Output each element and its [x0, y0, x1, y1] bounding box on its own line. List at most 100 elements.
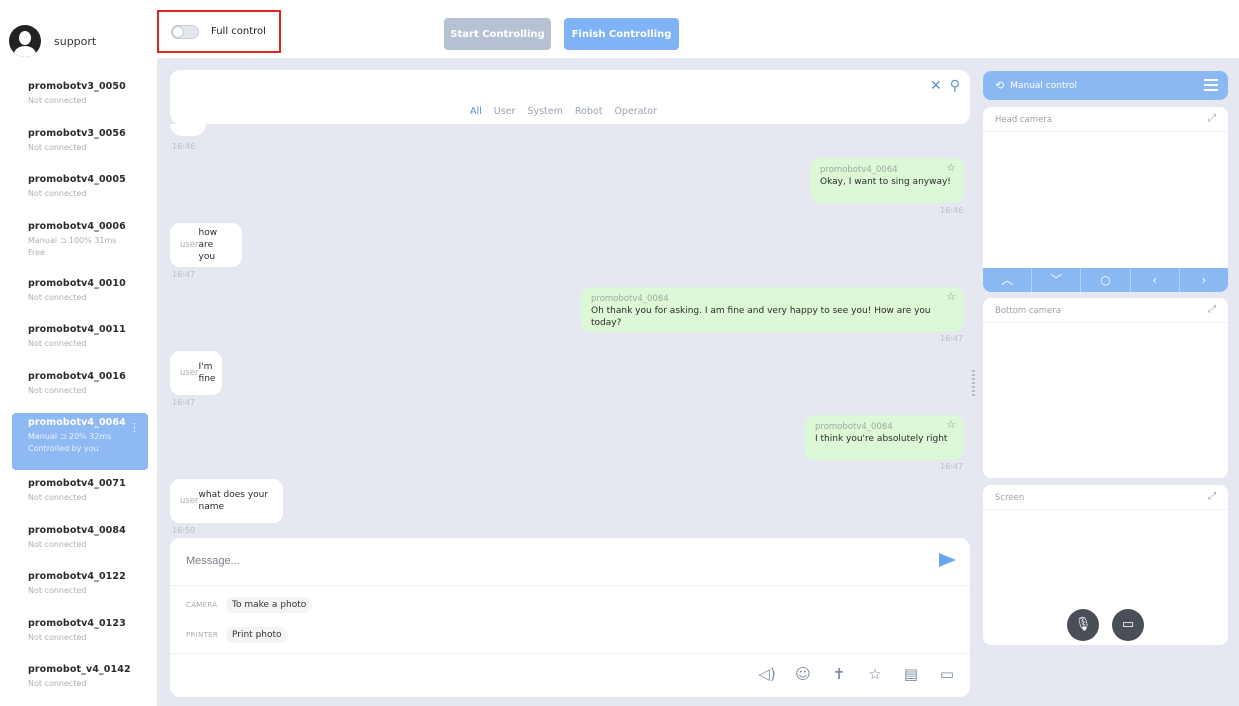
robot-name: promobotv4_0005 [28, 174, 126, 185]
person-icon[interactable]: ✝ [830, 665, 848, 683]
robot-item[interactable]: promobotv4_0122 Not connected [12, 567, 148, 614]
robot-item[interactable]: promobot_v4_0142 Not connected [12, 660, 148, 706]
speaker-icon[interactable]: ◁) [758, 665, 776, 683]
robot-item[interactable]: promobotv4_0005 Not connected [12, 170, 148, 217]
panel-title: Screen [995, 493, 1025, 503]
robot-item[interactable]: promobotv4_0016 Not connected [12, 367, 148, 414]
search-icon[interactable]: ⚲ [950, 78, 960, 94]
quick-action-label: PRINTER [186, 631, 219, 639]
quick-action-chip[interactable]: To make a photo [226, 597, 313, 613]
more-options-icon[interactable]: ⋮ [129, 421, 140, 434]
message-text: how are you [198, 228, 218, 262]
filter-tab-robot[interactable]: Robot [575, 106, 603, 117]
message-sender: user [180, 240, 199, 250]
robot-item[interactable]: promobotv4_0084 Not connected [12, 521, 148, 568]
quick-action-camera: CAMERA To make a photo [186, 597, 313, 613]
user-message[interactable]: user I'm fine [170, 351, 222, 395]
message-time: 16:50 [172, 526, 196, 535]
divider [983, 322, 1228, 323]
divider [170, 653, 970, 654]
message-time: 16:47 [940, 462, 964, 471]
chevron-down-icon[interactable]: ﹀ [1032, 268, 1082, 292]
expand-icon[interactable]: ⤢ [1208, 113, 1216, 124]
printer-icon[interactable]: ▤ [902, 665, 920, 683]
message-sender: promobotv4_0064 [820, 165, 898, 175]
divider [170, 585, 970, 586]
bottom-camera-panel: Bottom camera ⤢ [983, 298, 1228, 478]
robot-item[interactable]: promobotv4_0071 Not connected [12, 474, 148, 521]
monitor-icon[interactable]: ▭ [938, 665, 956, 683]
filter-tab-all[interactable]: All [470, 106, 482, 117]
user-message[interactable]: user how are you [170, 223, 242, 267]
chat-history[interactable]: 16:46 promobotv4_0064 Okay, I want to si… [170, 124, 970, 536]
finish-controlling-button[interactable]: Finish Controlling [564, 18, 679, 50]
robot-name: promobotv4_0122 [28, 571, 126, 582]
chevron-right-icon[interactable]: › [1180, 268, 1228, 292]
star-icon[interactable]: ☆ [946, 291, 956, 303]
resize-handle[interactable] [972, 370, 975, 398]
message-sender: user [180, 368, 199, 378]
user-message[interactable]: user what does your name [170, 479, 283, 523]
close-icon[interactable]: ✕ [930, 78, 942, 94]
expand-icon[interactable]: ⤢ [1208, 491, 1216, 502]
message-text: Oh thank you for asking. I am fine and v… [591, 306, 931, 328]
message-time: 16:46 [940, 206, 964, 215]
robot-item[interactable]: promobotv3_0050 Not connected [12, 77, 148, 124]
chevron-left-icon[interactable]: ‹ [1131, 268, 1180, 292]
robot-name: promobotv4_0006 [28, 220, 126, 232]
robot-item[interactable]: promobotv3_0056 Not connected [12, 124, 148, 171]
send-icon[interactable] [939, 553, 956, 567]
panel-title: Bottom camera [995, 306, 1061, 316]
star-icon[interactable]: ☆ [946, 419, 956, 431]
quick-action-chip[interactable]: Print photo [226, 627, 288, 643]
star-icon[interactable]: ☆ [866, 665, 884, 683]
center-icon[interactable]: ○ [1081, 268, 1131, 292]
robot-name: promobotv4_0084 [28, 524, 126, 536]
robot-substatus: Controlled by you [28, 444, 99, 453]
robot-name: promobotv4_0123 [28, 617, 126, 629]
user-name: support [54, 34, 97, 48]
expand-icon[interactable]: ⤢ [1208, 304, 1216, 315]
quick-action-printer: PRINTER Print photo [186, 627, 288, 643]
filter-tab-system[interactable]: System [527, 106, 562, 117]
emoji-icon[interactable]: ☺ [794, 665, 812, 683]
robot-name: promobotv4_0016 [28, 370, 126, 382]
filter-tab-user[interactable]: User [494, 106, 516, 117]
robot-message[interactable]: promobotv4_0064 Oh thank you for asking.… [581, 287, 964, 332]
filter-tab-operator[interactable]: Operator [614, 106, 657, 117]
robot-list: promobotv3_0050 Not connected promobotv3… [12, 77, 148, 706]
robot-status: Not connected [28, 493, 87, 502]
robot-status: Not connected [28, 292, 87, 302]
robot-status: Not connected [28, 385, 87, 395]
video-camera-icon[interactable]: ▭ [1112, 609, 1144, 641]
full-control-label: Full control [211, 26, 266, 37]
user-profile[interactable]: support [9, 24, 149, 58]
message-filter-bar: All User System Robot Operator ✕ ⚲ [170, 70, 970, 124]
message-input[interactable] [170, 538, 930, 584]
robot-status: Not connected [28, 539, 87, 549]
robot-item[interactable]: promobotv4_0006 Manual ⊐ 100% 31ms Free [12, 217, 148, 274]
chevron-up-icon[interactable]: ︿ [983, 268, 1033, 292]
robot-item[interactable]: promobotv4_0123 Not connected [12, 614, 148, 661]
sidebar: support promobotv3_0050 Not connected pr… [0, 0, 157, 706]
robot-name: promobotv4_0011 [28, 324, 126, 335]
head-camera-panel: Head camera ⤢ ︿ ﹀ ○ ‹ › [983, 107, 1228, 292]
robot-item-selected[interactable]: promobotv4_0064 Manual ⊐ 20% 32ms Contro… [12, 413, 148, 470]
message-text: I'm fine [198, 362, 216, 384]
microphone-icon[interactable]: 🎙 [1067, 609, 1099, 641]
robot-name: promobotv3_0050 [28, 81, 126, 92]
start-controlling-button[interactable]: Start Controlling [444, 18, 551, 50]
message-time: 16:47 [940, 334, 964, 343]
robot-message[interactable]: promobotv4_0064 I think you're absolutel… [805, 415, 964, 460]
star-icon[interactable]: ☆ [946, 162, 956, 174]
manual-control-header: ⟲ Manual control [983, 71, 1228, 100]
robot-item[interactable]: promobotv4_0010 Not connected [12, 274, 148, 321]
robot-name: promobotv4_0071 [28, 478, 126, 489]
robot-message[interactable]: promobotv4_0064 Okay, I want to sing any… [810, 158, 964, 203]
robot-substatus: Free [28, 247, 45, 257]
robot-status: Not connected [28, 142, 87, 152]
menu-icon[interactable] [1204, 79, 1218, 91]
message-sender: promobotv4_0064 [591, 294, 669, 304]
full-control-toggle[interactable] [171, 24, 199, 39]
robot-item[interactable]: promobotv4_0011 Not connected [12, 320, 148, 367]
